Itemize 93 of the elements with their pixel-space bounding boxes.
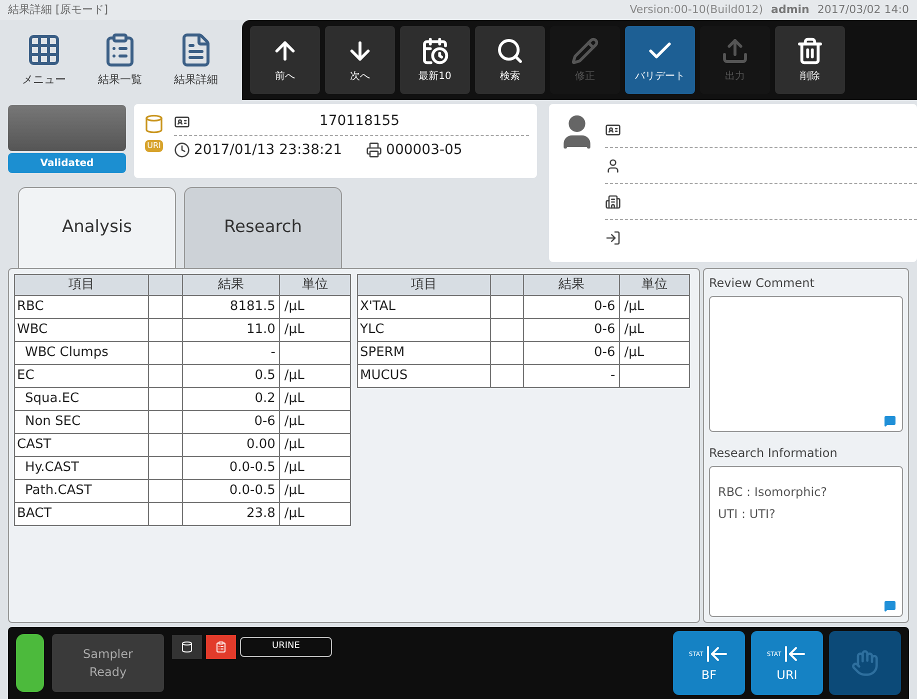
version-label: Version:00-10(Build012) — [630, 2, 764, 18]
rack-button[interactable] — [206, 635, 236, 659]
table-cell: /μL — [280, 318, 350, 341]
table-cell: EC — [14, 364, 149, 387]
tab[interactable]: Analysis — [18, 187, 176, 268]
information-line: UTI : UTI? — [718, 506, 776, 523]
table-cell: /μL — [620, 341, 690, 364]
table-cell: Path.CAST — [14, 479, 149, 502]
table-cell: SPERM — [358, 341, 490, 364]
nav-button[interactable]: 結果詳細 — [160, 24, 232, 96]
table-cell: 0.5 — [182, 364, 280, 387]
table-cell: X'TAL — [358, 295, 490, 318]
nav-button[interactable]: 結果一覧 — [84, 24, 156, 96]
table-cell: Squa.EC — [14, 387, 149, 410]
table-cell: 0.2 — [182, 387, 280, 410]
table-cell: YLC — [358, 318, 490, 341]
information-line: RBC : Isomorphic? — [718, 484, 828, 501]
comment-icon — [882, 415, 898, 427]
toolbar-button[interactable]: 前へ — [250, 26, 320, 94]
table-cell — [620, 364, 690, 387]
table-cell: /μL — [280, 456, 350, 479]
clock-icon — [174, 142, 190, 158]
table-cell: /μL — [280, 410, 350, 433]
stat-target: URI — [776, 667, 798, 684]
stat-target: BF — [701, 667, 717, 684]
comment-icon — [882, 600, 898, 612]
table-cell: 0.0-0.5 — [182, 456, 280, 479]
section-title: Research Information — [709, 445, 838, 462]
table-cell: /μL — [280, 479, 350, 502]
column-header: 項目 — [14, 274, 149, 295]
table-cell: BACT — [14, 502, 149, 525]
column-header: 結果 — [182, 274, 280, 295]
id-card-icon — [174, 114, 190, 130]
upload-icon — [721, 36, 749, 64]
hand-icon — [851, 649, 879, 677]
column-header: 項目 — [358, 274, 490, 295]
tab[interactable]: Research — [184, 187, 342, 268]
table-cell: 0.00 — [182, 433, 280, 456]
table-cell: 0-6 — [182, 410, 280, 433]
table-cell — [280, 341, 350, 364]
search-icon — [496, 36, 524, 64]
sample-id: 170118155 — [318, 112, 401, 131]
table-cell: 8181.5 — [182, 295, 280, 318]
table-cell: Non SEC — [14, 410, 149, 433]
toolbar-button[interactable]: 検索 — [475, 26, 545, 94]
table-cell: WBC Clumps — [14, 341, 149, 364]
pencil-icon — [571, 36, 599, 64]
person-icon — [605, 158, 621, 174]
sampler-status: Sampler Ready — [52, 634, 164, 692]
comment-box[interactable] — [709, 296, 903, 432]
table-cell: /μL — [280, 295, 350, 318]
status-badge: Validated — [8, 153, 126, 173]
toolbar-button[interactable]: バリデート — [625, 26, 695, 94]
table-cell: - — [182, 341, 280, 364]
toolbar-button[interactable]: 次へ — [325, 26, 395, 94]
bottle-button[interactable] — [172, 635, 202, 659]
building-icon — [605, 194, 621, 210]
section-title: Review Comment — [709, 275, 816, 292]
table-cell: /μL — [620, 295, 690, 318]
table-cell: 23.8 — [182, 502, 280, 525]
rack-position: 000003-05 — [386, 140, 462, 160]
calendar-clock-icon — [421, 36, 449, 64]
column-header: 単位 — [280, 274, 350, 295]
column-header: 結果 — [523, 274, 620, 295]
table-cell: 11.0 — [182, 318, 280, 341]
table-cell: - — [523, 364, 620, 387]
rack-type-field: URINE — [240, 637, 332, 657]
table-cell: 0-6 — [523, 318, 620, 341]
table-cell: RBC — [14, 295, 149, 318]
table-cell: 0.0-0.5 — [182, 479, 280, 502]
table-cell: WBC — [14, 318, 149, 341]
table-cell: /μL — [280, 433, 350, 456]
door-icon — [605, 230, 621, 246]
toolbar-button[interactable]: 最新10 — [400, 26, 470, 94]
table-cell: /μL — [280, 364, 350, 387]
sample-datetime: 2017/01/13 23:38:21 — [194, 140, 342, 160]
sample-type-badge: URI — [145, 140, 163, 152]
table-cell: /μL — [280, 387, 350, 410]
table-cell: Hy.CAST — [14, 456, 149, 479]
id-card-icon — [605, 122, 621, 138]
toolbar-button[interactable]: 削除 — [775, 26, 845, 94]
table-cell: MUCUS — [358, 364, 490, 387]
user-name: admin — [771, 2, 810, 18]
window-title: 結果詳細 [原モード] — [8, 2, 108, 18]
table-cell: 0-6 — [523, 295, 620, 318]
table-cell: /μL — [620, 318, 690, 341]
table-cell: /μL — [280, 502, 350, 525]
trash-icon — [796, 36, 824, 64]
table-cell: CAST — [14, 433, 149, 456]
column-header: 単位 — [620, 274, 690, 295]
table-cell: 0-6 — [523, 341, 620, 364]
nav-button[interactable]: メニュー — [8, 24, 80, 96]
datetime-label: 2017/03/02 14:0 — [817, 2, 909, 18]
